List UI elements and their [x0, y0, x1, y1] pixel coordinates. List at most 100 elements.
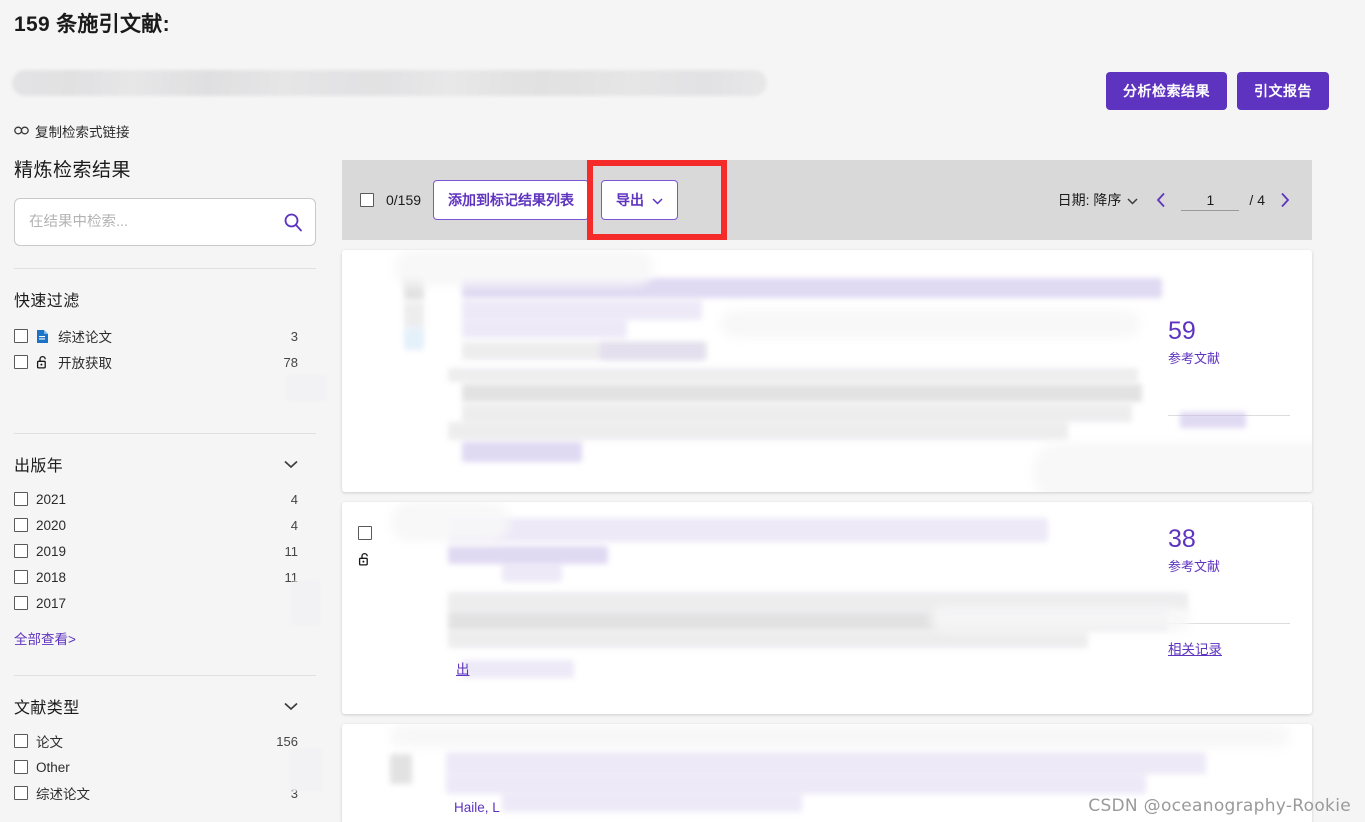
reference-count: 59	[1168, 317, 1196, 345]
chevron-down-icon	[652, 192, 663, 208]
filter-count: 78	[283, 354, 298, 370]
watermark: CSDN @oceanography-Rookie	[1088, 796, 1351, 816]
open-lock-icon	[36, 355, 50, 370]
sidebar-divider-1	[14, 268, 316, 269]
top-action-buttons: 分析检索结果 引文报告	[1106, 72, 1329, 110]
analyze-results-button[interactable]: 分析检索结果	[1106, 72, 1227, 110]
card-left-controls	[342, 502, 390, 714]
filter-count: 3	[290, 785, 298, 801]
card-metrics: 59 参考文献	[1132, 250, 1312, 492]
chevron-down-icon[interactable]	[284, 460, 316, 469]
previous-page-button[interactable]	[1152, 190, 1171, 210]
result-card[interactable]: 出 38 参考文献 相关记录	[342, 502, 1312, 714]
filter-year-2021[interactable]: 2021 4	[14, 486, 316, 512]
filter-label: Other	[36, 759, 70, 775]
select-all-checkbox[interactable]	[360, 193, 374, 207]
filter-year-2018[interactable]: 2018 11	[14, 564, 316, 590]
refine-sidebar: 精炼检索结果 快速过滤 综述论文	[0, 155, 330, 822]
checkbox-open-access[interactable]	[14, 355, 28, 369]
sidebar-divider-2	[14, 433, 316, 434]
view-all-years-link[interactable]: 全部查看>	[14, 628, 76, 648]
sidebar-title: 精炼检索结果	[14, 160, 132, 181]
author-fragment[interactable]: Haile, L	[454, 800, 500, 815]
filter-year-2020[interactable]: 2020 4	[14, 512, 316, 538]
filter-label: 综述论文	[58, 330, 112, 345]
card-content-redacted	[390, 250, 1162, 492]
card-content-redacted: Haile, L	[390, 724, 1290, 822]
sort-label: 日期: 降序	[1057, 192, 1122, 208]
checkbox-year-2019[interactable]	[14, 544, 28, 558]
add-to-marked-list-button[interactable]: 添加到标记结果列表	[433, 180, 590, 220]
filter-year-2017[interactable]: 2017	[14, 590, 316, 616]
filter-label: 2021	[36, 491, 67, 507]
metrics-separator	[1168, 622, 1290, 624]
sort-dropdown[interactable]: 日期: 降序	[1058, 190, 1139, 210]
filter-open-access[interactable]: 开放获取 78	[14, 349, 316, 375]
filter-label: 2018	[36, 569, 67, 585]
checkbox-doctype-review[interactable]	[14, 786, 28, 800]
filter-doctype-review[interactable]: 综述论文 3	[14, 780, 316, 806]
results-toolbar: 0/159 添加到标记结果列表 导出 日期: 降序 1 / 4	[342, 160, 1312, 240]
card-content-redacted: 出	[390, 502, 1190, 714]
filter-count: 3	[290, 328, 298, 344]
card-metrics: 38 参考文献 相关记录	[1132, 502, 1312, 714]
related-records-link[interactable]: 相关记录	[1168, 638, 1222, 658]
selected-count: 0/159	[386, 192, 422, 208]
filter-year-2019[interactable]: 2019 11	[14, 538, 316, 564]
filter-label: 开放获取	[58, 356, 112, 371]
reference-count: 38	[1168, 525, 1196, 553]
filter-review-article[interactable]: 综述论文 3	[14, 323, 316, 349]
quick-filter-title: 快速过滤	[14, 293, 80, 310]
card-left-controls	[342, 724, 390, 822]
citation-results-page: 159 条施引文献: 分析检索结果 引文报告 复制检索式链接 精炼检索结果 在结…	[0, 0, 1365, 822]
document-type-header[interactable]: 文献类型	[14, 694, 316, 718]
filter-label: 综述论文	[36, 787, 90, 802]
publication-year-header[interactable]: 出版年	[14, 452, 316, 476]
toolbar-right-group: 日期: 降序 / 4	[1058, 189, 1294, 211]
view-all-chevron: >	[68, 632, 76, 647]
publication-year-title: 出版年	[14, 458, 64, 475]
redaction-smudge	[286, 375, 326, 401]
scrollbar[interactable]	[1361, 0, 1365, 822]
filter-doctype-article[interactable]: 论文 156	[14, 728, 316, 754]
checkbox-year-2020[interactable]	[14, 518, 28, 532]
checkbox-doctype-other[interactable]	[14, 760, 28, 774]
page-number-input[interactable]	[1181, 189, 1240, 211]
export-button[interactable]: 导出	[601, 180, 679, 220]
filter-count: 11	[284, 543, 299, 559]
result-card[interactable]: 59 参考文献	[342, 250, 1312, 492]
filter-label: 2020	[36, 517, 67, 533]
chevron-down-icon[interactable]	[284, 702, 316, 711]
refine-search-box[interactable]	[14, 198, 316, 246]
chevron-down-icon	[1127, 192, 1138, 208]
filter-label: 论文	[36, 735, 63, 750]
checkbox-year-2018[interactable]	[14, 570, 28, 584]
fulltext-link-fragment[interactable]: 出	[456, 658, 470, 678]
reference-label: 参考文献	[1168, 350, 1221, 366]
checkbox-review-article[interactable]	[14, 329, 28, 343]
checkbox-year-2017[interactable]	[14, 596, 28, 610]
copy-query-link[interactable]: 复制检索式链接	[14, 121, 130, 141]
reference-label: 参考文献	[1168, 558, 1221, 574]
results-column: 0/159 添加到标记结果列表 导出 日期: 降序 1 / 4 59 参考文献 …	[342, 160, 1312, 822]
checkbox-year-2021[interactable]	[14, 492, 28, 506]
search-input[interactable]	[15, 214, 315, 230]
next-page-button[interactable]	[1275, 190, 1294, 210]
export-label: 导出	[616, 192, 645, 208]
result-checkbox[interactable]	[358, 526, 372, 540]
checkbox-doctype-article[interactable]	[14, 734, 28, 748]
filter-label: 2017	[36, 595, 67, 611]
filter-label: 2019	[36, 543, 67, 559]
filter-doctype-other[interactable]: Other	[14, 754, 316, 780]
open-lock-icon	[358, 552, 372, 567]
document-icon	[36, 329, 50, 344]
citation-report-button[interactable]: 引文报告	[1237, 72, 1329, 110]
redacted-link[interactable]	[1180, 412, 1246, 428]
filter-count: 11	[284, 569, 299, 585]
redacted-query-string	[12, 70, 767, 96]
search-icon[interactable]	[281, 210, 305, 234]
pagination: / 4	[1152, 189, 1294, 211]
filter-count: 156	[276, 733, 298, 749]
document-type-title: 文献类型	[14, 700, 80, 717]
filter-count: 4	[290, 491, 298, 507]
